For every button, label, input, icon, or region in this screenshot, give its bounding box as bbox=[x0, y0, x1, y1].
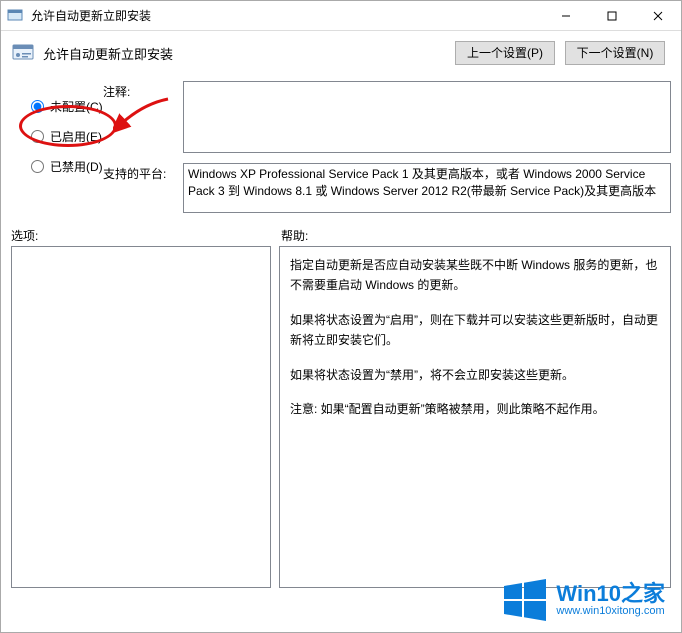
policy-icon bbox=[11, 41, 35, 65]
help-pane: 指定自动更新是否应自动安装某些既不中断 Windows 服务的更新，也不需要重启… bbox=[279, 246, 671, 588]
help-label: 帮助: bbox=[281, 227, 671, 244]
maximize-button[interactable] bbox=[589, 1, 635, 30]
next-setting-button[interactable]: 下一个设置(N) bbox=[565, 41, 665, 65]
watermark-text-url: www.win10xitong.com bbox=[556, 605, 665, 617]
app-icon bbox=[7, 8, 23, 24]
minimize-button[interactable] bbox=[543, 1, 589, 30]
supported-on-label: 支持的平台: bbox=[103, 163, 183, 213]
lower-labels: 选项: 帮助: bbox=[1, 223, 681, 246]
radio-enabled-label: 已启用(E) bbox=[50, 128, 102, 145]
settings-upper: 未配置(C) 已启用(E) 已禁用(D) 注释: 支持的平台: Windows … bbox=[1, 75, 681, 223]
policy-title: 允许自动更新立即安装 bbox=[43, 44, 455, 63]
radio-not-configured-label: 未配置(C) bbox=[50, 98, 103, 115]
radio-disabled[interactable]: 已禁用(D) bbox=[31, 151, 103, 181]
radio-enabled[interactable]: 已启用(E) bbox=[31, 121, 103, 151]
help-paragraph-1: 指定自动更新是否应自动安装某些既不中断 Windows 服务的更新，也不需要重启… bbox=[290, 255, 660, 296]
previous-setting-button[interactable]: 上一个设置(P) bbox=[455, 41, 555, 65]
lower-panes: 指定自动更新是否应自动安装某些既不中断 Windows 服务的更新，也不需要重启… bbox=[1, 246, 681, 594]
help-paragraph-4: 注意: 如果“配置自动更新”策略被禁用，则此策略不起作用。 bbox=[290, 399, 660, 419]
options-pane bbox=[11, 246, 271, 588]
window-titlebar: 允许自动更新立即安装 bbox=[1, 1, 681, 31]
comment-label: 注释: bbox=[103, 81, 183, 153]
close-button[interactable] bbox=[635, 1, 681, 30]
state-radio-group: 未配置(C) 已启用(E) 已禁用(D) bbox=[31, 91, 103, 181]
radio-not-configured[interactable]: 未配置(C) bbox=[31, 91, 103, 121]
options-label: 选项: bbox=[11, 227, 281, 244]
help-paragraph-2: 如果将状态设置为“启用”，则在下载并可以安装这些更新版时，自动更新将立即安装它们… bbox=[290, 310, 660, 351]
help-paragraph-3: 如果将状态设置为“禁用”，将不会立即安装这些更新。 bbox=[290, 365, 660, 385]
radio-disabled-label: 已禁用(D) bbox=[50, 158, 103, 175]
policy-header: 允许自动更新立即安装 上一个设置(P) 下一个设置(N) bbox=[1, 31, 681, 75]
window-title: 允许自动更新立即安装 bbox=[29, 7, 543, 24]
supported-on-text: Windows XP Professional Service Pack 1 及… bbox=[183, 163, 671, 213]
radio-enabled-input[interactable] bbox=[31, 130, 44, 143]
radio-disabled-input[interactable] bbox=[31, 160, 44, 173]
radio-not-configured-input[interactable] bbox=[31, 100, 44, 113]
comment-textarea[interactable] bbox=[183, 81, 671, 153]
